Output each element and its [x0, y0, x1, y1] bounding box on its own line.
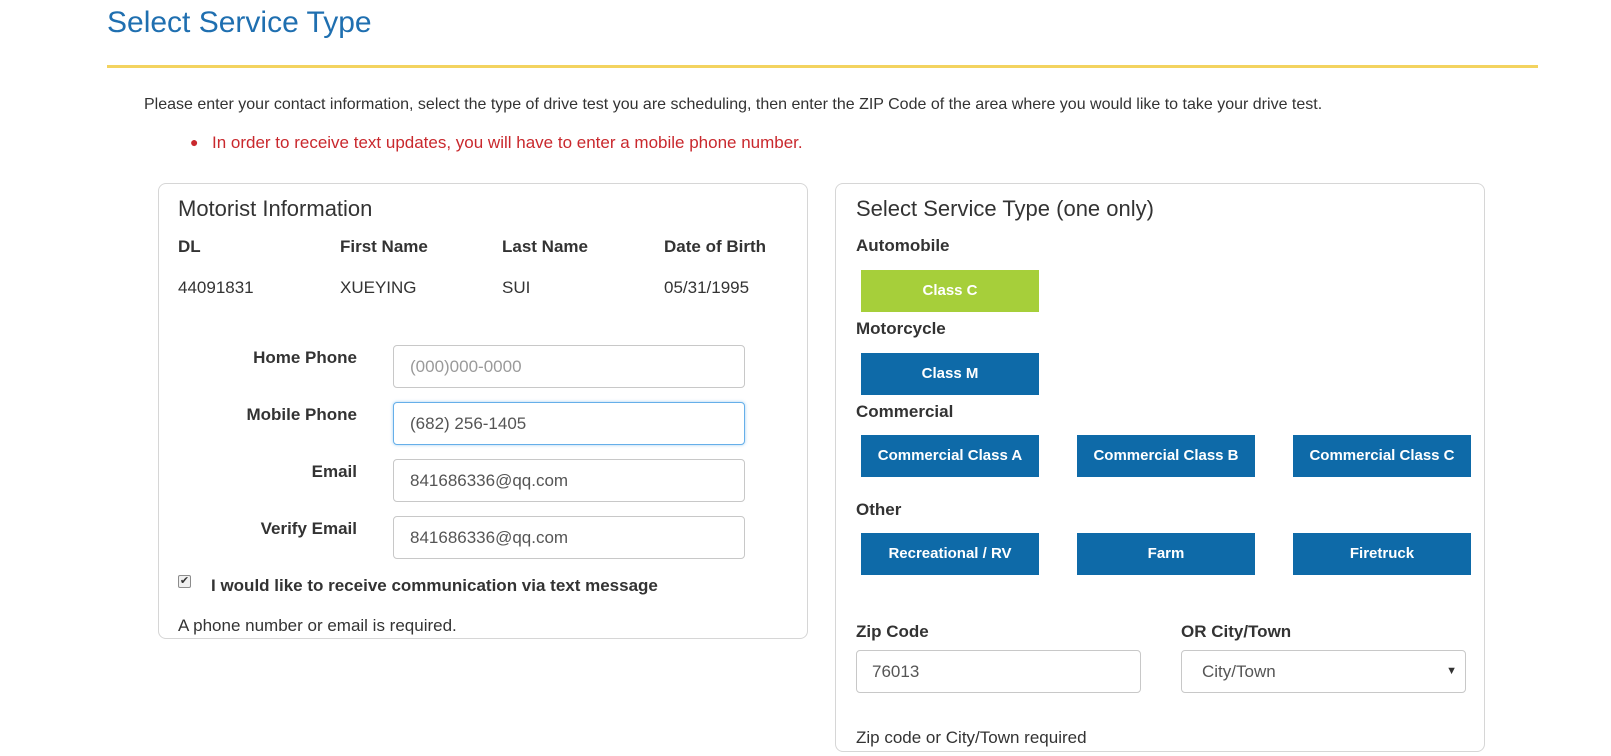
- last-name-column-header: Last Name: [502, 237, 588, 256]
- contact-required-note: A phone number or email is required.: [178, 616, 457, 635]
- dl-column-header: DL: [178, 237, 201, 256]
- mobile-phone-input[interactable]: [393, 402, 745, 445]
- last-name-value: SUI: [502, 278, 531, 297]
- title-divider: [107, 65, 1538, 68]
- motorist-info-heading: Motorist Information: [178, 196, 373, 221]
- zip-code-input[interactable]: [856, 650, 1141, 693]
- zip-code-label: Zip Code: [856, 622, 929, 641]
- farm-button[interactable]: Farm: [1077, 533, 1255, 575]
- text-opt-in-checkbox[interactable]: ✔: [178, 575, 191, 588]
- verify-email-input[interactable]: [393, 516, 745, 559]
- page-title: Select Service Type: [107, 6, 372, 39]
- home-phone-label: Home Phone: [253, 348, 357, 367]
- location-required-note: Zip code or City/Town required: [856, 728, 1087, 747]
- category-motorcycle: Motorcycle: [856, 319, 946, 338]
- category-commercial: Commercial: [856, 402, 954, 421]
- dropdown-arrow-icon: ▼: [1446, 665, 1457, 677]
- home-phone-input[interactable]: [393, 345, 745, 388]
- city-town-selected: City/Town: [1202, 662, 1276, 681]
- category-other: Other: [856, 500, 902, 519]
- email-input[interactable]: [393, 459, 745, 502]
- first-name-column-header: First Name: [340, 237, 428, 256]
- text-opt-in-label[interactable]: I would like to receive communication vi…: [211, 576, 658, 596]
- category-automobile: Automobile: [856, 236, 950, 255]
- email-label: Email: [311, 462, 357, 481]
- notice-text: In order to receive text updates, you wi…: [212, 133, 803, 152]
- dl-value: 44091831: [178, 278, 254, 297]
- class-c-button[interactable]: Class C: [861, 270, 1039, 312]
- verify-email-label: Verify Email: [260, 519, 357, 538]
- first-name-value: XUEYING: [340, 278, 417, 297]
- mobile-phone-label: Mobile Phone: [246, 405, 358, 424]
- class-m-button[interactable]: Class M: [861, 353, 1039, 395]
- commercial-class-b-button[interactable]: Commercial Class B: [1077, 435, 1255, 477]
- city-town-select[interactable]: City/Town ▼: [1181, 650, 1466, 693]
- dob-column-header: Date of Birth: [664, 237, 766, 256]
- recreational-rv-button[interactable]: Recreational / RV: [861, 533, 1039, 575]
- dob-value: 05/31/1995: [664, 278, 750, 297]
- intro-text: Please enter your contact information, s…: [144, 96, 1323, 113]
- city-town-label: OR City/Town: [1181, 622, 1292, 641]
- commercial-class-c-button[interactable]: Commercial Class C: [1293, 435, 1471, 477]
- firetruck-button[interactable]: Firetruck: [1293, 533, 1471, 575]
- text-update-notice: ● In order to receive text updates, you …: [190, 133, 803, 153]
- commercial-class-a-button[interactable]: Commercial Class A: [861, 435, 1039, 477]
- service-type-heading: Select Service Type (one only): [856, 196, 1154, 221]
- bullet-icon: ●: [190, 134, 199, 150]
